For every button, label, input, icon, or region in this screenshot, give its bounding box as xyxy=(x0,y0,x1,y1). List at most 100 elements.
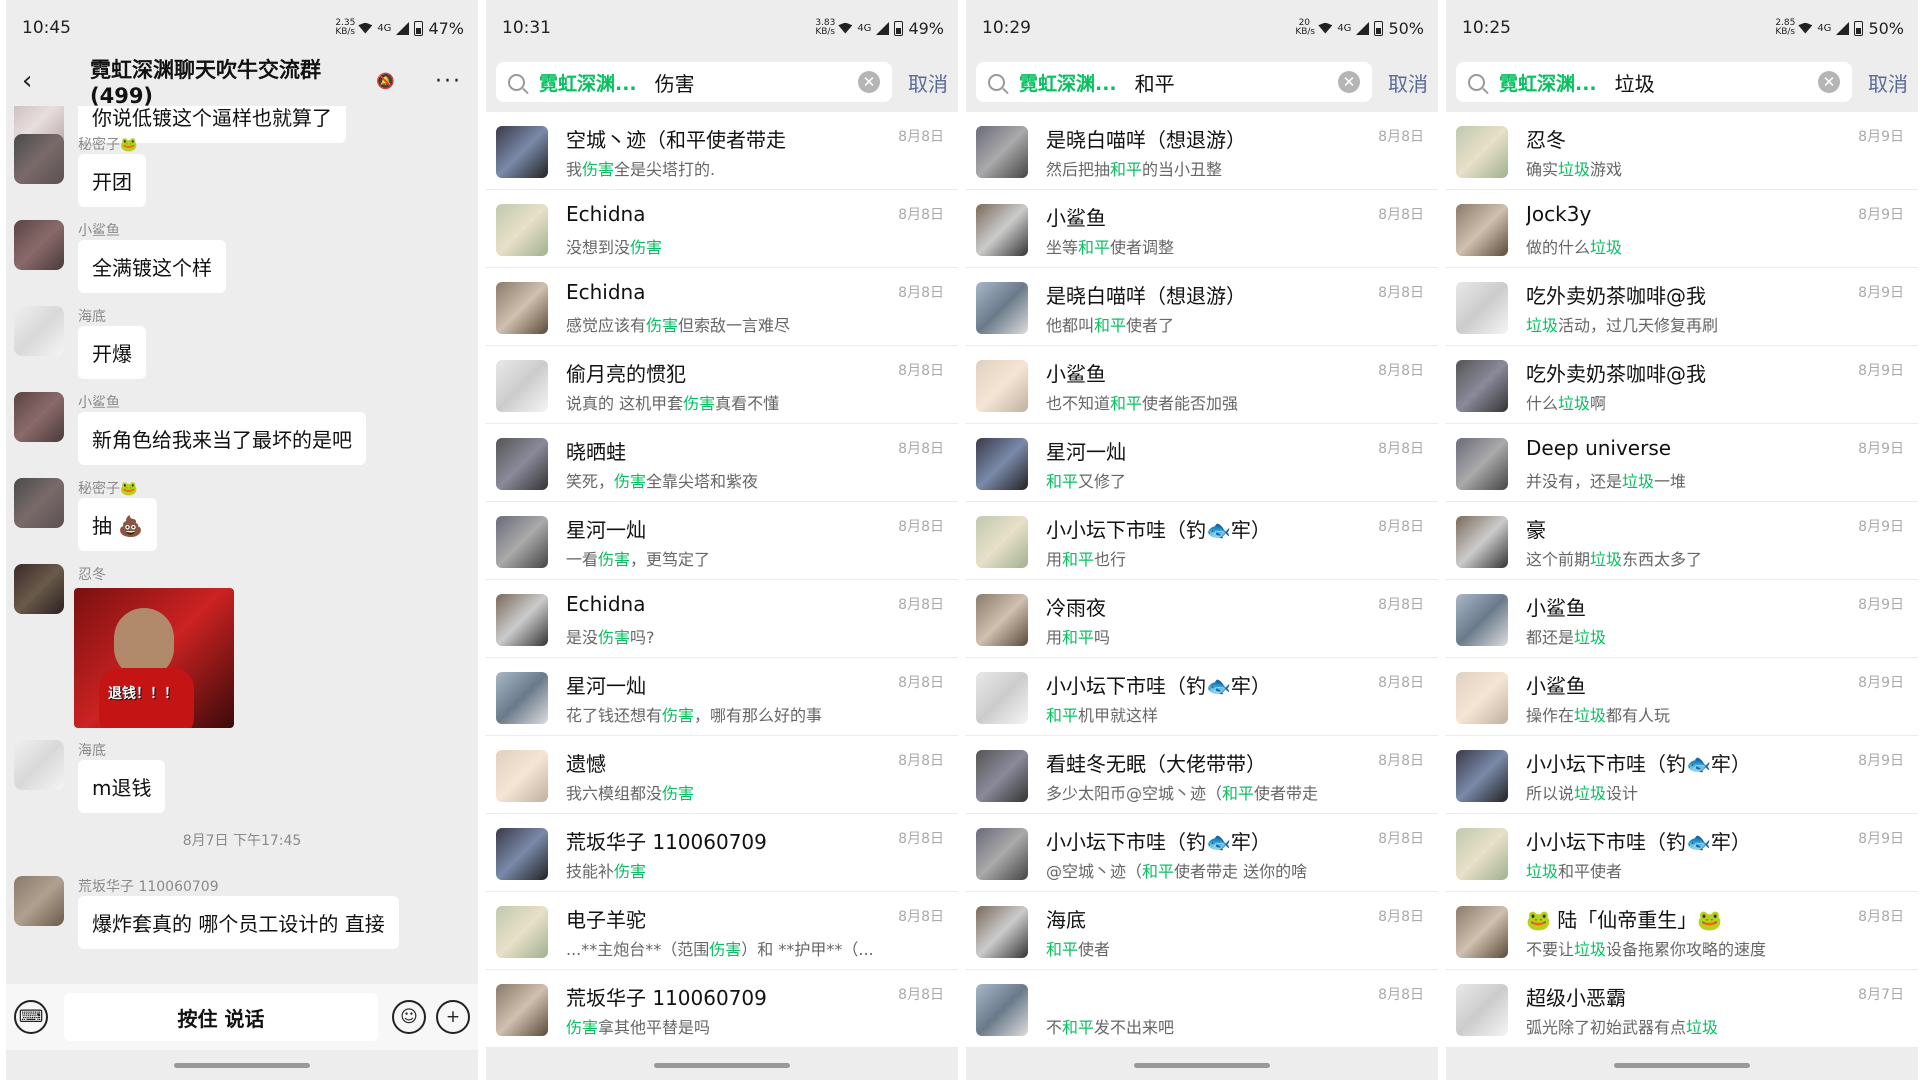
search-result-row[interactable]: 星河一灿 花了钱还想有伤害，哪有那么好的事 8月8日 xyxy=(486,658,958,736)
group-filter-chip[interactable]: 霓虹深渊... xyxy=(1019,69,1117,96)
avatar[interactable] xyxy=(976,438,1028,490)
avatar[interactable] xyxy=(1456,828,1508,880)
search-result-row[interactable]: Jock3y 做的什么垃圾 8月9日 xyxy=(1446,190,1918,268)
avatar[interactable] xyxy=(496,516,548,568)
avatar[interactable] xyxy=(14,478,64,528)
avatar[interactable] xyxy=(1456,126,1508,178)
search-result-row[interactable]: 小小坛下市哇（钓🐟牢） 和平机甲就这样 8月8日 xyxy=(966,658,1438,736)
search-keyword[interactable]: 伤害 xyxy=(655,68,858,97)
message-bubble[interactable]: 开爆 xyxy=(78,326,146,379)
search-results[interactable]: 空城丶迹（和平使者带走 我伤害全是尖塔打的. 8月8日 Echidna 没想到没伤害 8月… xyxy=(486,112,958,1048)
search-result-row[interactable]: 星河一灿 和平又修了 8月8日 xyxy=(966,424,1438,502)
search-result-row[interactable]: 🐸 陆「仙帝重生」🐸 不要让垃圾设备拖累你攻略的速度 8月8日 xyxy=(1446,892,1918,970)
search-result-row[interactable]: 偷月亮的惯犯 说真的 这机甲套伤害真看不懂 8月8日 xyxy=(486,346,958,424)
avatar[interactable] xyxy=(1456,750,1508,802)
avatar[interactable] xyxy=(496,594,548,646)
search-result-row[interactable]: 晓晒蛙 笑死，伤害全靠尖塔和紫夜 8月8日 xyxy=(486,424,958,502)
search-result-row[interactable]: 小小坛下市哇（钓🐟牢） 用和平也行 8月8日 xyxy=(966,502,1438,580)
avatar[interactable] xyxy=(976,516,1028,568)
avatar[interactable] xyxy=(496,984,548,1036)
search-result-row[interactable]: Echidna 是没伤害吗? 8月8日 xyxy=(486,580,958,658)
search-keyword[interactable]: 和平 xyxy=(1135,68,1338,97)
search-result-row[interactable]: 看蛙冬无眠（大佬带带） 多少太阳币@空城丶迹（和平使者带走 8月8日 xyxy=(966,736,1438,814)
search-result-row[interactable]: Echidna 感觉应该有伤害但索敌一言难尽 8月8日 xyxy=(486,268,958,346)
search-result-row[interactable]: 吃外卖奶茶咖啡@我 垃圾活动，过几天修复再刷 8月9日 xyxy=(1446,268,1918,346)
avatar[interactable] xyxy=(14,392,64,442)
search-result-row[interactable]: 小鲨鱼 坐等和平使者调整 8月8日 xyxy=(966,190,1438,268)
search-result-row[interactable]: 荒坂华子 110060709 伤害拿其他平替是吗 8月8日 xyxy=(486,970,958,1048)
search-input[interactable]: 霓虹深渊... 和平 ✕ xyxy=(976,62,1372,102)
avatar[interactable] xyxy=(496,828,548,880)
avatar[interactable] xyxy=(496,750,548,802)
avatar[interactable] xyxy=(496,906,548,958)
avatar[interactable] xyxy=(1456,282,1508,334)
avatar[interactable] xyxy=(496,672,548,724)
avatar[interactable] xyxy=(1456,360,1508,412)
search-result-row[interactable]: 小小坛下市哇（钓🐟牢） 所以说垃圾设计 8月9日 xyxy=(1446,736,1918,814)
search-result-row[interactable]: 小鲨鱼 操作在垃圾都有人玩 8月9日 xyxy=(1446,658,1918,736)
search-result-row[interactable]: 海底 和平使者 8月8日 xyxy=(966,892,1438,970)
search-result-row[interactable]: 小小坛下市哇（钓🐟牢） @空城丶迹（和平使者带走 送你的啥 8月8日 xyxy=(966,814,1438,892)
avatar[interactable] xyxy=(14,220,64,270)
avatar[interactable] xyxy=(976,828,1028,880)
avatar[interactable] xyxy=(14,740,64,790)
message-bubble[interactable]: 抽 💩 xyxy=(78,498,158,551)
avatar[interactable] xyxy=(976,282,1028,334)
message-bubble[interactable]: m退钱 xyxy=(78,760,166,813)
clear-icon[interactable]: ✕ xyxy=(858,71,880,93)
avatar[interactable] xyxy=(976,984,1028,1036)
avatar[interactable] xyxy=(976,906,1028,958)
search-result-row[interactable]: 小鲨鱼 都还是垃圾 8月9日 xyxy=(1446,580,1918,658)
message-bubble[interactable]: 新角色给我来当了最坏的是吧 xyxy=(78,412,366,465)
avatar[interactable] xyxy=(1456,906,1508,958)
cancel-button[interactable]: 取消 xyxy=(1868,68,1908,97)
avatar[interactable] xyxy=(14,876,64,926)
search-result-row[interactable]: Echidna 没想到没伤害 8月8日 xyxy=(486,190,958,268)
avatar[interactable] xyxy=(14,306,64,356)
avatar[interactable] xyxy=(496,282,548,334)
search-result-row[interactable]: 是晓白喵咩（想退游） 然后把抽和平的当小丑整 8月8日 xyxy=(966,112,1438,190)
avatar[interactable] xyxy=(1456,594,1508,646)
home-indicator[interactable] xyxy=(654,1063,790,1068)
hold-to-talk-button[interactable]: 按住 说话 xyxy=(64,993,378,1041)
avatar[interactable] xyxy=(1456,984,1508,1036)
search-result-row[interactable]: 空城丶迹（和平使者带走 我伤害全是尖塔打的. 8月8日 xyxy=(486,112,958,190)
search-result-row[interactable]: 星河一灿 一看伤害，更笃定了 8月8日 xyxy=(486,502,958,580)
search-keyword[interactable]: 垃圾 xyxy=(1615,68,1818,97)
message-bubble[interactable]: 开团 xyxy=(78,154,146,207)
search-result-row[interactable]: 豪这个前期垃圾东西太多了 8月9日 xyxy=(1446,502,1918,580)
avatar[interactable] xyxy=(976,672,1028,724)
search-result-row[interactable]: 荒坂华子 110060709 技能补伤害 8月8日 xyxy=(486,814,958,892)
avatar[interactable] xyxy=(976,750,1028,802)
avatar[interactable] xyxy=(1456,672,1508,724)
search-input[interactable]: 霓虹深渊... 伤害 ✕ xyxy=(496,62,892,102)
plus-icon[interactable]: + xyxy=(436,1000,470,1034)
avatar[interactable] xyxy=(496,126,548,178)
home-indicator[interactable] xyxy=(1134,1063,1270,1068)
search-result-row[interactable]: 不和平发不出来吧 8月8日 xyxy=(966,970,1438,1048)
avatar[interactable] xyxy=(14,564,64,614)
message-bubble[interactable]: 爆炸套真的 哪个员工设计的 直接 xyxy=(78,896,399,949)
clear-icon[interactable]: ✕ xyxy=(1818,71,1840,93)
avatar[interactable] xyxy=(976,204,1028,256)
group-filter-chip[interactable]: 霓虹深渊... xyxy=(1499,69,1597,96)
search-input[interactable]: 霓虹深渊... 垃圾 ✕ xyxy=(1456,62,1852,102)
emoji-icon[interactable]: ☺ xyxy=(392,1000,426,1034)
search-result-row[interactable]: 小小坛下市哇（钓🐟牢） 垃圾和平使者 8月9日 xyxy=(1446,814,1918,892)
clear-icon[interactable]: ✕ xyxy=(1338,71,1360,93)
avatar[interactable] xyxy=(14,134,64,184)
home-indicator[interactable] xyxy=(174,1063,310,1068)
search-result-row[interactable]: 超级小恶霸 弧光除了初始武器有点垃圾 8月7日 xyxy=(1446,970,1918,1048)
avatar[interactable] xyxy=(976,594,1028,646)
avatar[interactable] xyxy=(1456,204,1508,256)
more-options-icon[interactable]: ··· xyxy=(435,69,462,94)
search-results[interactable]: 忍冬 确实垃圾游戏 8月9日 Jock3y 做的什么垃圾 8月9日 吃外卖奶茶咖啡@我 垃圾活… xyxy=(1446,112,1918,1048)
cancel-button[interactable]: 取消 xyxy=(908,68,948,97)
search-result-row[interactable]: Deep universe 并没有，还是垃圾一堆 8月9日 xyxy=(1446,424,1918,502)
search-result-row[interactable]: 吃外卖奶茶咖啡@我 什么垃圾啊 8月9日 xyxy=(1446,346,1918,424)
search-result-row[interactable]: 忍冬 确实垃圾游戏 8月9日 xyxy=(1446,112,1918,190)
avatar[interactable] xyxy=(976,126,1028,178)
search-result-row[interactable]: 是晓白喵咩（想退游） 他都叫和平使者了 8月8日 xyxy=(966,268,1438,346)
search-result-row[interactable]: 遗憾 我六模组都没伤害 8月8日 xyxy=(486,736,958,814)
avatar[interactable] xyxy=(496,438,548,490)
